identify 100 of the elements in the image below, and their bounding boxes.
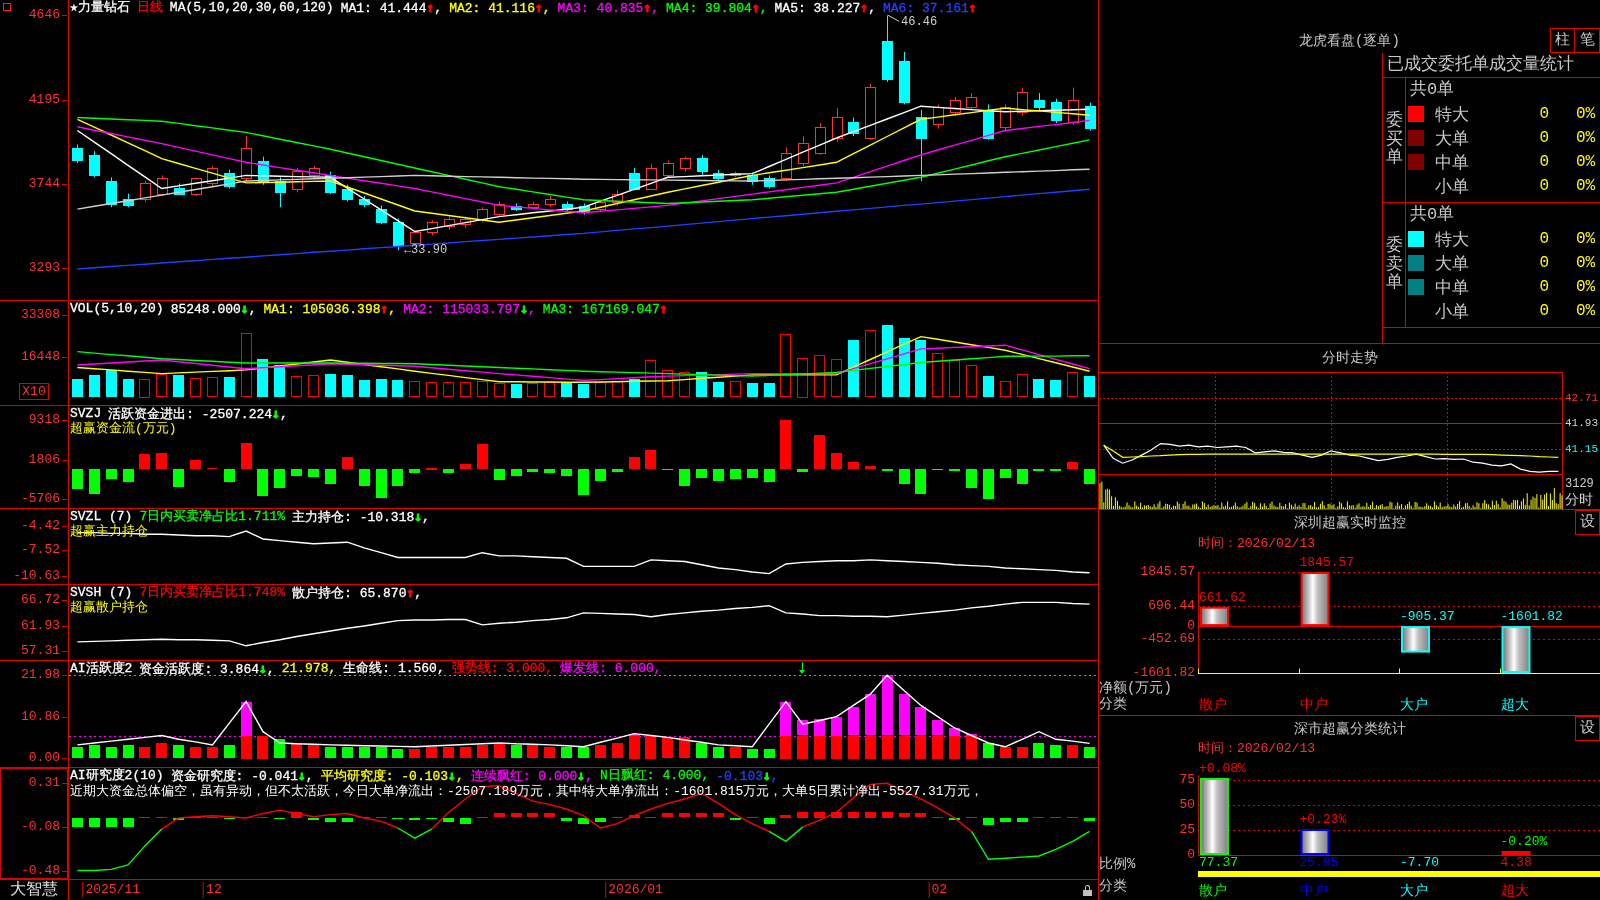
legend-item: MA4: 39.804↑, bbox=[666, 0, 768, 15]
legend-item: VOL(5,10,20) bbox=[70, 301, 164, 316]
unit-label: X10 bbox=[19, 383, 49, 400]
axis-label: -4.42 bbox=[21, 517, 67, 534]
legend-item: 资金活跃度: 3.864↓, bbox=[139, 661, 275, 676]
change-label: +0.23% bbox=[1298, 813, 1347, 827]
count-value: 0 bbox=[1538, 302, 1549, 320]
row-label: 小单 bbox=[1435, 301, 1470, 323]
axis-label: 21.98 bbox=[21, 667, 67, 684]
axis-label: -5706 bbox=[21, 491, 67, 508]
category-label: 散户 bbox=[1198, 882, 1227, 900]
row-label: 大单 bbox=[1435, 253, 1470, 275]
legend-item: MA(5,10,20,30,60,120) bbox=[169, 0, 334, 15]
axis-label: -7.52 bbox=[21, 542, 67, 559]
legend-item: 日线 bbox=[136, 0, 163, 15]
category-label: 大户 bbox=[1399, 882, 1428, 900]
date-label: 2026/01 bbox=[605, 882, 663, 898]
count-value: 0 bbox=[1538, 230, 1549, 248]
legend-item: SVZJ bbox=[70, 406, 102, 421]
legend-item: 活跃资金进出: -2507.224↓, bbox=[108, 406, 288, 421]
legend-item: MA1: 105036.398↑, bbox=[263, 301, 397, 316]
value-label: -1601.82 bbox=[1499, 610, 1563, 625]
volume-label: 3129 bbox=[1565, 476, 1594, 492]
value-label: -7.70 bbox=[1399, 856, 1439, 870]
axis-label: -452.69 bbox=[1140, 632, 1195, 647]
category-label: 中户 bbox=[1298, 882, 1328, 900]
legend-item: 平均研究度: -0.103↓, bbox=[320, 768, 464, 783]
value-label: -905.37 bbox=[1399, 610, 1455, 625]
axis-label: 16448 bbox=[21, 348, 67, 365]
axis-label: 4646 bbox=[28, 7, 67, 24]
count-value: 0 bbox=[1538, 254, 1549, 272]
value-label: 1845.57 bbox=[1298, 556, 1355, 570]
price-label: 41.15 bbox=[1565, 441, 1598, 456]
change-label: -0.20% bbox=[1499, 835, 1548, 849]
row-label: 中单 bbox=[1435, 152, 1470, 174]
time-label: 时间：2026/02/13 bbox=[1198, 536, 1315, 551]
axis-label: 50 bbox=[1179, 798, 1195, 812]
legend-item: 爆发线: 6.000, bbox=[560, 661, 662, 676]
legend-item: MA6: 37.161↑ bbox=[883, 0, 977, 15]
change-label: +0.08% bbox=[1198, 762, 1246, 776]
share-value: 0% bbox=[1576, 254, 1597, 272]
axis-label: 0 bbox=[1187, 619, 1195, 634]
legend-item: MA1: 41.444↑, bbox=[340, 0, 443, 15]
price-annotation: ←33.90 bbox=[403, 243, 448, 258]
price-label: 42.71 bbox=[1565, 390, 1598, 405]
share-value: 0% bbox=[1576, 302, 1597, 320]
legend-item: 85248.000↓, bbox=[170, 301, 257, 316]
axis-label: -10.63 bbox=[13, 567, 67, 584]
row-label: 大单 bbox=[1435, 128, 1470, 150]
table-title: 已成交委托单成交量统计 bbox=[1383, 53, 1600, 78]
axis-title: 分类 bbox=[1099, 878, 1127, 894]
date-label: 2025/11 bbox=[82, 882, 140, 898]
group-total: 共0单 bbox=[1410, 205, 1455, 225]
category-label: 散户 bbox=[1198, 697, 1227, 713]
legend-item: MA3: 40.835↑, bbox=[557, 0, 660, 15]
legend-item: SVSH (7) bbox=[70, 585, 133, 600]
value-label: 4.38 bbox=[1499, 856, 1532, 870]
legend-item: SVZL (7) bbox=[70, 509, 133, 524]
legend-item: -0.103↓, bbox=[716, 768, 779, 783]
count-value: 0 bbox=[1538, 105, 1549, 123]
value-label: 25.95 bbox=[1298, 856, 1339, 870]
category-label: 大户 bbox=[1399, 697, 1428, 713]
price-label: 41.93 bbox=[1565, 416, 1598, 430]
side-label: 委卖单 bbox=[1385, 236, 1403, 294]
row-label: 小单 bbox=[1435, 176, 1470, 198]
category-label: 中户 bbox=[1298, 697, 1328, 713]
axis-label: 0.31 bbox=[28, 775, 67, 792]
axis-label: 0.00 bbox=[28, 750, 67, 767]
axis-label: 3744 bbox=[28, 176, 67, 192]
axis-label: 33308 bbox=[21, 306, 67, 323]
legend-item: ★力量钻石 bbox=[70, 0, 130, 15]
axis-label: 1845.57 bbox=[1140, 565, 1195, 579]
axis-title: 分类 bbox=[1099, 696, 1127, 712]
legend-item: AI活跃度2 bbox=[70, 661, 133, 676]
axis-label: 3293 bbox=[28, 260, 67, 277]
legend-item: MA5: 38.227↑, bbox=[774, 0, 876, 15]
side-label: 委买单 bbox=[1385, 111, 1403, 169]
panel-title: 深圳超赢实时监控 bbox=[1293, 514, 1406, 532]
legend-item: 散户持仓: 65.870↑, bbox=[292, 585, 423, 600]
share-value: 0% bbox=[1576, 278, 1597, 296]
count-value: 0 bbox=[1538, 278, 1549, 296]
brand-label: 大智慧 bbox=[0, 880, 69, 900]
axis-label: 696.44 bbox=[1148, 598, 1195, 613]
axis-label: 10.86 bbox=[21, 709, 67, 726]
panel-title: 深市超赢分类统计 bbox=[1293, 720, 1406, 738]
legend-item: MA2: 41.116↑, bbox=[449, 0, 551, 15]
panel-title: 分时走势 bbox=[1321, 349, 1378, 367]
value-label: 661.62 bbox=[1198, 590, 1246, 605]
legend-item: MA3: 167169.047↑ bbox=[542, 301, 668, 316]
legend-item: 资金研究度: -0.041↓, bbox=[170, 768, 314, 783]
share-value: 0% bbox=[1576, 153, 1597, 171]
legend-item: 连续飘红: 0.000↓, bbox=[470, 768, 593, 783]
axis-label: 57.31 bbox=[21, 643, 67, 660]
axis-label: 9318 bbox=[28, 412, 67, 429]
panel-title: 龙虎看盘(逐单) bbox=[1299, 31, 1400, 50]
legend-item: 21.978, bbox=[281, 661, 337, 676]
share-value: 0% bbox=[1576, 177, 1597, 195]
count-value: 0 bbox=[1538, 177, 1549, 195]
axis-label: -0.48 bbox=[21, 863, 67, 879]
axis-label: 61.93 bbox=[21, 617, 67, 634]
